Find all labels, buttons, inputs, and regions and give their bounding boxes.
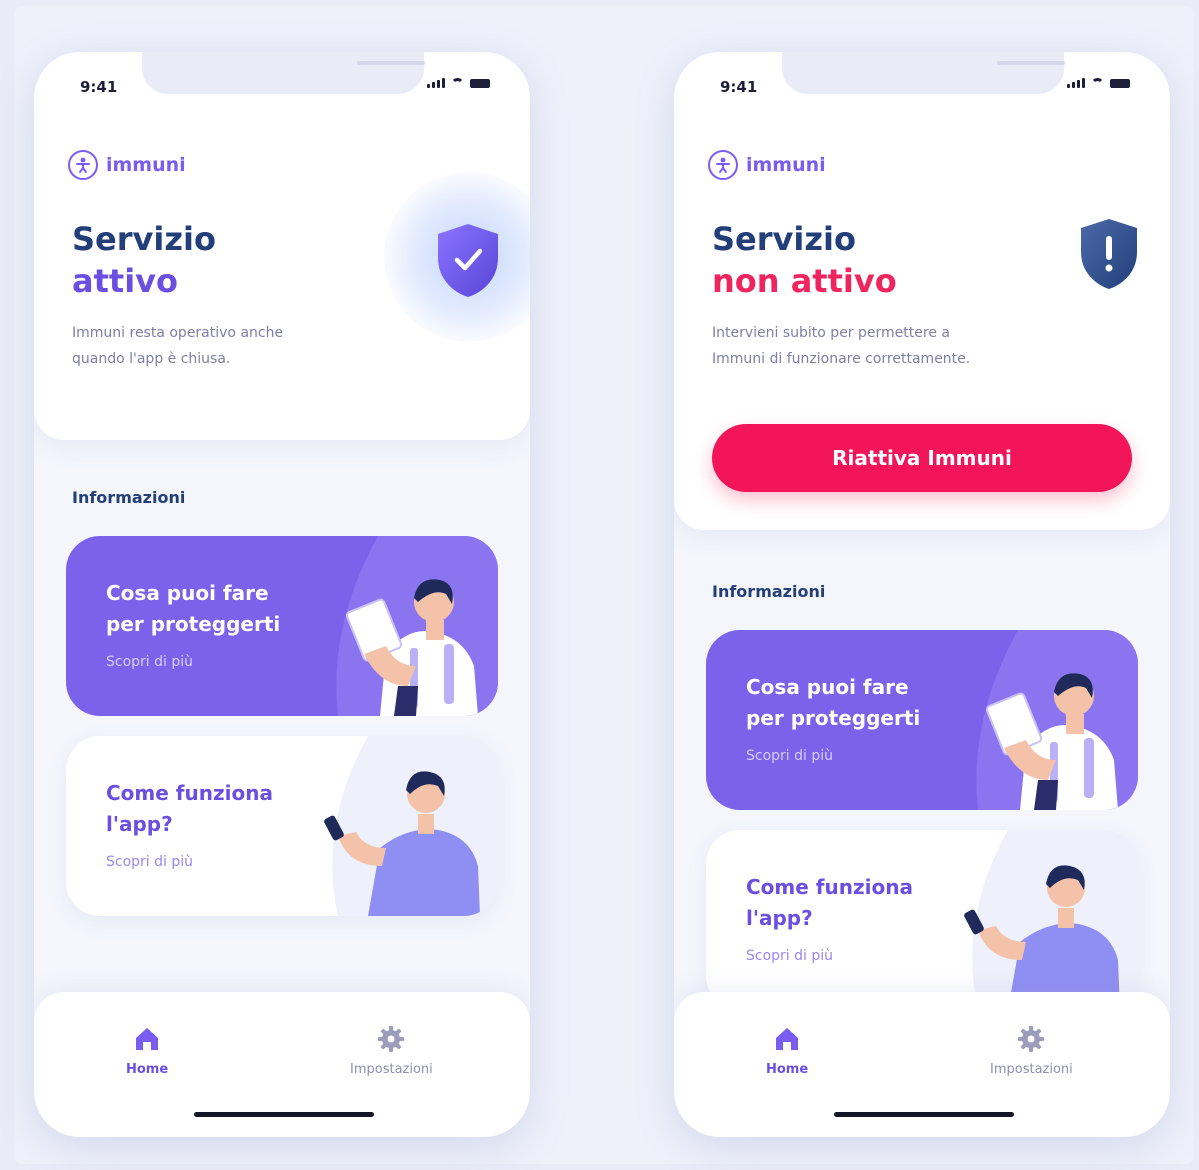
card-title: Come funziona l'app? bbox=[746, 875, 913, 930]
immuni-logo-icon bbox=[708, 150, 738, 180]
status-time: 9:41 bbox=[720, 78, 758, 96]
service-status: non attivo bbox=[712, 262, 897, 300]
gear-icon bbox=[378, 1026, 405, 1052]
card-link[interactable]: Scopri di più bbox=[746, 748, 833, 764]
gear-icon bbox=[1018, 1026, 1045, 1052]
shield-alert-icon bbox=[1081, 219, 1137, 289]
card-link[interactable]: Scopri di più bbox=[746, 948, 833, 964]
home-icon bbox=[136, 1028, 159, 1050]
wifi-icon bbox=[451, 78, 464, 88]
signal-icon bbox=[1067, 78, 1085, 88]
tab-label: Impostazioni bbox=[350, 1062, 433, 1077]
service-title: Servizio bbox=[72, 220, 216, 258]
reactivate-button[interactable]: Riattiva Immuni bbox=[712, 424, 1132, 492]
service-status: attivo bbox=[72, 262, 178, 300]
home-icon bbox=[776, 1028, 799, 1050]
status-icons bbox=[427, 78, 490, 88]
brand-name: immuni bbox=[106, 154, 186, 176]
tab-bar: Home Impostazioni bbox=[34, 992, 530, 1137]
brand: immuni bbox=[708, 150, 826, 180]
service-description: Immuni resta operativo anche quando l'ap… bbox=[72, 325, 284, 367]
tab-bar: Home Impostazioni bbox=[674, 992, 1170, 1137]
tab-home[interactable]: Home bbox=[766, 1024, 808, 1077]
card-how-app-works[interactable]: Come funziona l'app? Scopri di più bbox=[66, 736, 498, 916]
card-title: Cosa puoi fare per proteggerti bbox=[106, 581, 281, 636]
speaker bbox=[357, 61, 425, 65]
person-phone-illustration bbox=[324, 736, 498, 916]
immuni-logo-icon bbox=[68, 150, 98, 180]
wifi-icon bbox=[1091, 78, 1104, 88]
card-link[interactable]: Scopri di più bbox=[106, 654, 193, 670]
shield-check-icon bbox=[438, 224, 498, 297]
phone-service-inactive: 9:41 immuni Servizio non attivo Intervie… bbox=[674, 52, 1170, 1137]
brand-name: immuni bbox=[746, 154, 826, 176]
card-protect-yourself[interactable]: Cosa puoi fare per proteggerti Scopri di… bbox=[706, 630, 1138, 810]
card-title: Cosa puoi fare per proteggerti bbox=[746, 675, 921, 730]
person-phone-illustration bbox=[964, 830, 1138, 1010]
battery-icon bbox=[1110, 79, 1130, 88]
tab-label: Home bbox=[126, 1062, 169, 1077]
card-title: Come funziona l'app? bbox=[106, 781, 273, 836]
signal-icon bbox=[427, 78, 445, 88]
tab-label: Impostazioni bbox=[990, 1062, 1073, 1077]
status-icons bbox=[1067, 78, 1130, 88]
card-protect-yourself[interactable]: Cosa puoi fare per proteggerti Scopri di… bbox=[66, 536, 498, 716]
home-indicator bbox=[194, 1112, 374, 1117]
phone-notch bbox=[782, 52, 1065, 94]
service-title: Servizio bbox=[712, 220, 856, 258]
tab-home[interactable]: Home bbox=[126, 1024, 168, 1077]
card-how-app-works[interactable]: Come funziona l'app? Scopri di più bbox=[706, 830, 1138, 1010]
tab-label: Home bbox=[766, 1062, 809, 1077]
brand: immuni bbox=[68, 150, 186, 180]
tab-settings[interactable]: Impostazioni bbox=[350, 1024, 433, 1077]
home-indicator bbox=[834, 1112, 1014, 1117]
card-link[interactable]: Scopri di più bbox=[106, 854, 193, 870]
battery-icon bbox=[470, 79, 490, 88]
service-description: Intervieni subito per permettere a Immun… bbox=[712, 325, 971, 367]
section-title: Informazioni bbox=[72, 488, 186, 507]
speaker bbox=[997, 61, 1065, 65]
status-time: 9:41 bbox=[80, 78, 118, 96]
section-title: Informazioni bbox=[712, 582, 826, 601]
phone-notch bbox=[142, 52, 425, 94]
tab-settings[interactable]: Impostazioni bbox=[990, 1024, 1073, 1077]
phone-service-active: 9:41 immuni Servizio attivo Immuni resta… bbox=[34, 52, 530, 1137]
